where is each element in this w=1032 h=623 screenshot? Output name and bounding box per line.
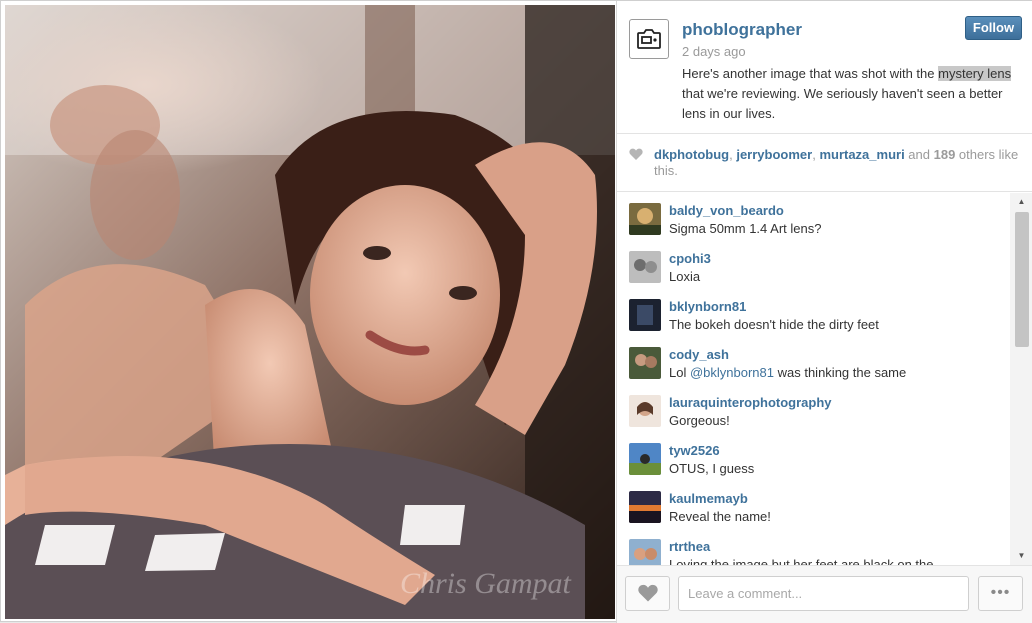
comment-text: Sigma 50mm 1.4 Art lens? xyxy=(669,221,822,236)
likes-and: and xyxy=(904,147,934,162)
comments-scrollbar[interactable]: ▲ ▼ xyxy=(1010,193,1032,565)
comment-item: kaulmemayb Reveal the name! xyxy=(629,481,1009,525)
scrollbar-thumb[interactable] xyxy=(1015,212,1029,347)
post-caption: Here's another image that was shot with … xyxy=(682,64,1024,124)
comment-item: tyw2526 OTUS, I guess xyxy=(629,433,1009,477)
comment-username[interactable]: bklynborn81 xyxy=(669,299,746,314)
mention-link[interactable]: @bklynborn81 xyxy=(690,365,774,380)
comment-username[interactable]: tyw2526 xyxy=(669,443,720,458)
comment-item: baldy_von_beardo Sigma 50mm 1.4 Art lens… xyxy=(629,193,1009,237)
avatar[interactable] xyxy=(629,443,661,475)
comment-item: cpohi3 Loxia xyxy=(629,241,1009,285)
avatar[interactable] xyxy=(629,491,661,523)
comment-item: cody_ash Lol @bklynborn81 was thinking t… xyxy=(629,337,1009,381)
post-header: phoblographer Follow 2 days ago Here's a… xyxy=(617,1,1032,134)
caption-text-start: Here's another image that was shot with … xyxy=(682,66,939,81)
avatar[interactable] xyxy=(629,539,661,565)
comment-item: rtrthea Loving the image but her feet ar… xyxy=(629,529,1009,565)
comment-username[interactable]: baldy_von_beardo xyxy=(669,203,784,218)
liker-link[interactable]: jerryboomer xyxy=(736,147,812,162)
post-photo[interactable]: Chris Gampat xyxy=(5,5,615,619)
owner-avatar[interactable] xyxy=(629,19,669,59)
likes-count[interactable]: 189 xyxy=(934,147,956,162)
scroll-down-arrow-icon[interactable]: ▼ xyxy=(1010,549,1032,563)
comment-text: Lol @bklynborn81 was thinking the same xyxy=(669,365,906,380)
likes-section: dkphotobug, jerryboomer, murtaza_muri an… xyxy=(617,135,1032,192)
comment-text: Reveal the name! xyxy=(669,509,771,524)
scroll-up-arrow-icon[interactable]: ▲ xyxy=(1010,195,1032,209)
liker-link[interactable]: murtaza_muri xyxy=(819,147,904,162)
comment-rest: was thinking the same xyxy=(774,365,907,380)
owner-username[interactable]: phoblographer xyxy=(682,20,802,40)
comment-text: Loxia xyxy=(669,269,701,284)
comment-text: Loving the image but her feet are black … xyxy=(669,557,934,565)
comment-text: Gorgeous! xyxy=(669,413,730,428)
follow-button[interactable]: Follow xyxy=(965,16,1022,40)
comment-input[interactable] xyxy=(678,576,969,611)
caption-text-end: that we're reviewing. We seriously haven… xyxy=(682,86,1003,121)
caption-highlight: mystery lens xyxy=(938,66,1012,81)
avatar[interactable] xyxy=(629,299,661,331)
post-timestamp: 2 days ago xyxy=(682,44,746,59)
comment-item: lauraquinterophotography Gorgeous! xyxy=(629,385,1009,429)
portrait-photo: Chris Gampat xyxy=(5,5,615,619)
heart-icon xyxy=(637,584,658,602)
avatar[interactable] xyxy=(629,395,661,427)
more-options-button[interactable]: ••• xyxy=(978,576,1023,611)
comment-text: The bokeh doesn't hide the dirty feet xyxy=(669,317,879,332)
comments-list[interactable]: baldy_von_beardo Sigma 50mm 1.4 Art lens… xyxy=(617,193,1009,565)
like-button[interactable] xyxy=(625,576,670,611)
comment-item: bklynborn81 The bokeh doesn't hide the d… xyxy=(629,289,1009,333)
comment-username[interactable]: kaulmemayb xyxy=(669,491,748,506)
likes-text: dkphotobug, jerryboomer, murtaza_muri an… xyxy=(654,147,1024,179)
camera-logo-icon xyxy=(637,29,661,49)
comment-username[interactable]: cpohi3 xyxy=(669,251,711,266)
avatar[interactable] xyxy=(629,203,661,235)
comment-text: OTUS, I guess xyxy=(669,461,755,476)
comment-footer: ••• xyxy=(617,565,1032,623)
heart-icon xyxy=(629,148,643,160)
avatar[interactable] xyxy=(629,251,661,283)
photo-modal: Chris Gampat phoblographer Follow 2 days… xyxy=(0,0,1032,623)
comment-username[interactable]: cody_ash xyxy=(669,347,729,362)
comment-username[interactable]: rtrthea xyxy=(669,539,710,554)
comment-prefix: Lol xyxy=(669,365,690,380)
comment-username[interactable]: lauraquinterophotography xyxy=(669,395,832,410)
post-sidebar: phoblographer Follow 2 days ago Here's a… xyxy=(616,1,1032,623)
avatar[interactable] xyxy=(629,347,661,379)
watermark: Chris Gampat xyxy=(400,567,572,600)
liker-link[interactable]: dkphotobug xyxy=(654,147,729,162)
